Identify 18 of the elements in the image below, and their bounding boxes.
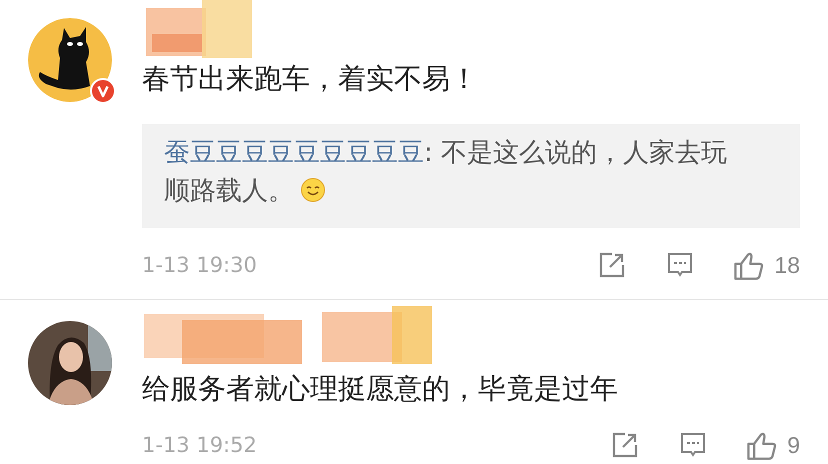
share-button[interactable] [598,251,626,279]
share-icon [598,251,626,279]
share-icon [611,431,640,459]
comment-icon [679,431,708,459]
like-button[interactable]: 9 [745,429,800,461]
like-count: 9 [787,432,800,458]
username-link[interactable]: 蚕豆豆豆豆豆豆豆豆豆 [164,138,424,168]
reply-text: 蚕豆豆豆豆豆豆豆豆豆: 不是这么说的，人家去玩顺路载人。 [164,137,728,208]
share-button[interactable] [611,431,640,459]
like-button[interactable]: 18 [732,249,800,281]
reply-button[interactable] [666,251,694,279]
timestamp: 1-13 19:30 [142,253,258,277]
reply-button[interactable] [679,431,708,459]
like-count: 18 [774,252,800,278]
comment-icon [666,251,694,279]
comment-text: 给服务者就心理挺愿意的，毕竟是过年 [142,372,619,406]
comment-text: 春节出来跑车，着实不易！ [142,62,479,96]
timestamp: 1-13 19:52 [142,433,258,457]
